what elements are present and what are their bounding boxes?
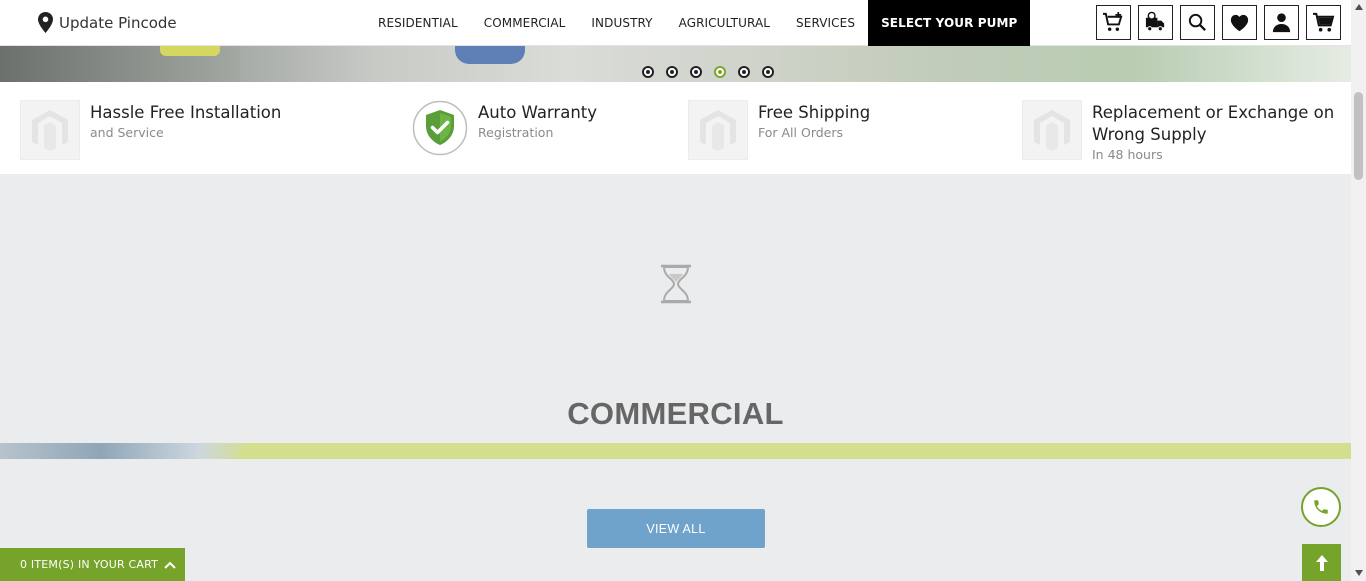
site-header: Update Pincode RESIDENTIAL COMMERCIAL IN… [0,0,1351,46]
call-button[interactable] [1301,487,1341,527]
shield-check-icon [412,100,468,156]
slider-dots [642,66,774,78]
nav-select-your-pump[interactable]: SELECT YOUR PUMP [868,0,1031,46]
nav-agricultural[interactable]: AGRICULTURAL [666,0,783,46]
feature-subtitle: Registration [478,125,554,140]
page: Update Pincode RESIDENTIAL COMMERCIAL IN… [0,0,1366,581]
section-title: COMMERCIAL [567,396,784,431]
cart-plus-icon [1102,11,1123,31]
quick-order-button[interactable] [1096,5,1131,40]
feature-subtitle: and Service [90,125,164,140]
arrow-up-icon [1315,554,1328,571]
feature-title: Replacement or Exchange on Wrong Supply [1092,103,1335,144]
update-pincode-button[interactable]: Update Pincode [38,12,177,33]
features-strip: Hassle Free Installation and Service Aut… [0,82,1351,174]
placeholder-logo-icon [1022,100,1082,160]
slider-dot-3[interactable] [690,66,702,78]
feature-warranty: Auto Warranty Registration [412,100,597,156]
feature-title: Auto Warranty [478,103,598,122]
feature-title: Free Shipping [758,103,871,122]
nav-residential[interactable]: RESIDENTIAL [365,0,471,46]
slider-dot-6[interactable] [762,66,774,78]
main-nav: RESIDENTIAL COMMERCIAL INDUSTRY AGRICULT… [365,0,1031,46]
feature-title: Hassle Free Installation [90,103,282,122]
feature-subtitle: In 48 hours [1092,147,1163,162]
slider-dot-5[interactable] [738,66,750,78]
feature-replacement: Replacement or Exchange on Wrong Supply … [1022,100,1342,162]
scroll-down-arrow-icon[interactable] [1355,570,1363,576]
cart-summary-label: 0 ITEM(S) IN YOUR CART [20,558,159,571]
view-all-button[interactable]: VIEW ALL [587,509,765,548]
section-band-image [0,443,250,459]
search-button[interactable] [1180,5,1215,40]
pincode-label: Update Pincode [59,13,177,32]
slider-dot-2[interactable] [666,66,678,78]
user-icon [1272,13,1291,33]
placeholder-logo-icon [688,100,748,160]
track-order-button[interactable] [1138,5,1173,40]
scroll-up-arrow-icon[interactable] [1355,4,1363,10]
location-pin-icon [38,12,53,33]
hero-image-accent [160,46,220,56]
heart-icon [1230,14,1249,32]
cart-button[interactable] [1306,5,1341,40]
nav-commercial[interactable]: COMMERCIAL [471,0,579,46]
cart-icon [1312,12,1335,32]
nav-industry[interactable]: INDUSTRY [578,0,665,46]
slider-dot-4[interactable] [714,66,726,78]
hourglass-icon [661,264,691,304]
account-button[interactable] [1264,5,1299,40]
slider-dot-1[interactable] [642,66,654,78]
feature-installation: Hassle Free Installation and Service [20,100,281,160]
commercial-section: COMMERCIAL VIEW ALL [0,174,1351,581]
phone-icon [1314,500,1328,514]
page-scrollbar[interactable] [1351,0,1366,581]
nav-services[interactable]: SERVICES [783,0,868,46]
search-icon [1188,13,1206,31]
header-icon-group [1096,5,1341,40]
feature-shipping: Free Shipping For All Orders [688,100,870,160]
scrollbar-thumb[interactable] [1354,92,1363,180]
delivery-truck-icon [1145,11,1165,32]
scroll-to-top-button[interactable] [1302,544,1341,581]
cart-summary-bar[interactable]: 0 ITEM(S) IN YOUR CART [0,548,185,581]
wishlist-button[interactable] [1222,5,1257,40]
hero-banner[interactable] [0,46,1351,82]
placeholder-logo-icon [20,100,80,160]
feature-subtitle: For All Orders [758,125,844,140]
hero-image-pump [455,46,525,64]
chevron-up-icon [164,561,176,569]
